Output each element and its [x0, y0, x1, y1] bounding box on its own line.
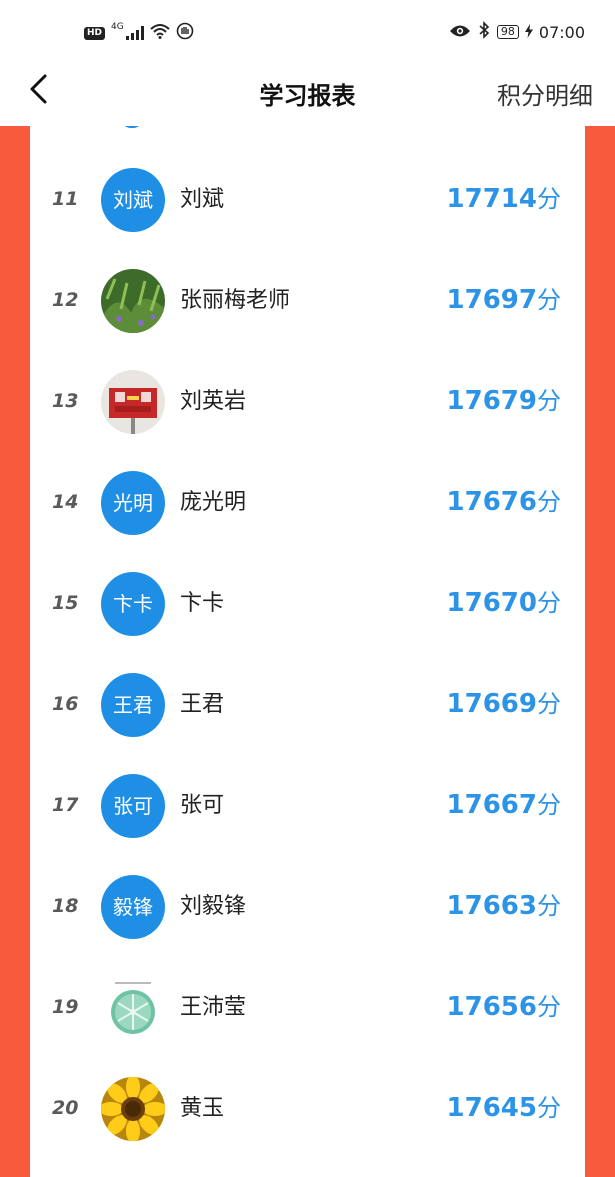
rank-number: 12: [52, 289, 79, 311]
score-unit: 分: [537, 690, 561, 718]
network-type: 4G: [111, 22, 124, 32]
score-value: 17670: [446, 588, 537, 618]
list-item[interactable]: 12 张丽梅老师 17697分: [30, 250, 585, 351]
charging-icon: [524, 23, 533, 42]
list-item[interactable]: 13 刘英岩 17679分: [30, 351, 585, 452]
bluetooth-icon: [477, 21, 491, 43]
battery-icon: 98: [496, 25, 519, 39]
score: 17669分: [447, 654, 561, 757]
lime-slice-image: [101, 976, 165, 1040]
score-unit: 分: [537, 488, 561, 516]
avatar: [101, 1077, 165, 1141]
rank-number: 13: [52, 390, 79, 412]
score: 17663分: [447, 856, 561, 959]
avatar: 卞卡: [101, 572, 165, 636]
sunflower-photo-image: [101, 1077, 165, 1141]
rank-number: 15: [52, 592, 79, 614]
plants-photo-image: [101, 269, 165, 333]
rank-number: 11: [52, 188, 79, 210]
user-name: 刘毅锋: [180, 894, 247, 919]
score: 17670分: [447, 553, 561, 656]
user-name: 卞卡: [180, 591, 225, 616]
score: 17656分: [447, 957, 561, 1060]
red-sign-photo-image: [101, 370, 165, 434]
user-name: 庞光明: [180, 490, 247, 515]
score: 17697分: [447, 250, 561, 353]
rank-number: 16: [52, 693, 79, 715]
avatar: [101, 269, 165, 333]
previous-avatar-edge: [121, 126, 143, 128]
status-time: 07:00: [538, 22, 585, 42]
score-unit: 分: [537, 286, 561, 314]
score-value: 17679: [446, 386, 537, 416]
user-name: 王君: [180, 692, 225, 717]
score-value: 17663: [446, 891, 537, 921]
score-unit: 分: [537, 791, 561, 819]
score-unit: 分: [537, 185, 561, 213]
wifi-icon: [150, 23, 170, 43]
list-item[interactable]: 14 光明 庞光明 17676分: [30, 452, 585, 553]
top-nav-bar: 学习报表 积分明细: [0, 66, 615, 126]
avatar: 光明: [101, 471, 165, 535]
user-name: 张丽梅老师: [180, 288, 291, 313]
score: 17679分: [447, 351, 561, 454]
score-value: 17645: [446, 1093, 537, 1123]
score-value: 17697: [446, 285, 537, 315]
user-name: 刘斌: [180, 187, 225, 212]
user-name: 黄玉: [180, 1096, 225, 1121]
avatar: 刘斌: [101, 168, 165, 232]
rank-number: 20: [52, 1097, 79, 1119]
list-item[interactable]: 15 卞卡 卞卡 17670分: [30, 553, 585, 654]
rank-number: 14: [52, 491, 79, 513]
rank-number: 19: [52, 996, 79, 1018]
score-value: 17676: [446, 487, 537, 517]
right-accent-stripe: [585, 126, 615, 1177]
score-value: 17656: [446, 992, 537, 1022]
rank-number: 18: [52, 895, 79, 917]
user-name: 王沛莹: [180, 995, 247, 1020]
user-name: 刘英岩: [180, 389, 247, 414]
score-unit: 分: [537, 1094, 561, 1122]
score-value: 17714: [446, 184, 537, 214]
status-right: 98 07:00: [449, 21, 585, 43]
status-bar: HD 4G 98 07:00: [0, 0, 615, 66]
notification-icon: [176, 22, 194, 44]
score-unit: 分: [537, 589, 561, 617]
list-item[interactable]: 17 张可 张可 17667分: [30, 755, 585, 856]
ranking-list[interactable]: 11 刘斌 刘斌 17714分 12 张丽梅老师 17697分 13 刘英岩 1…: [30, 126, 585, 1177]
score-unit: 分: [537, 892, 561, 920]
hd-icon: HD: [84, 26, 106, 40]
score: 17676分: [447, 452, 561, 555]
avatar: 张可: [101, 774, 165, 838]
rank-number: 17: [52, 794, 79, 816]
avatar: [101, 976, 165, 1040]
avatar: [101, 370, 165, 434]
score-unit: 分: [537, 993, 561, 1021]
list-item[interactable]: 20 黄玉 17645分: [30, 1058, 585, 1159]
score: 17714分: [447, 149, 561, 252]
list-item[interactable]: 11 刘斌 刘斌 17714分: [30, 149, 585, 250]
score: 17667分: [447, 755, 561, 858]
score: 17645分: [447, 1058, 561, 1161]
score-unit: 分: [537, 387, 561, 415]
user-name: 张可: [180, 793, 225, 818]
signal-icon: [125, 26, 144, 40]
points-detail-link[interactable]: 积分明细: [497, 76, 593, 111]
eye-icon: [449, 23, 471, 42]
avatar: 王君: [101, 673, 165, 737]
score-value: 17669: [446, 689, 537, 719]
left-accent-stripe: [0, 126, 30, 1177]
status-left: HD 4G: [84, 22, 194, 44]
list-item[interactable]: 18 毅锋 刘毅锋 17663分: [30, 856, 585, 957]
score-value: 17667: [446, 790, 537, 820]
list-item[interactable]: 16 王君 王君 17669分: [30, 654, 585, 755]
list-item[interactable]: 19 王沛莹 17656分: [30, 957, 585, 1058]
avatar: 毅锋: [101, 875, 165, 939]
